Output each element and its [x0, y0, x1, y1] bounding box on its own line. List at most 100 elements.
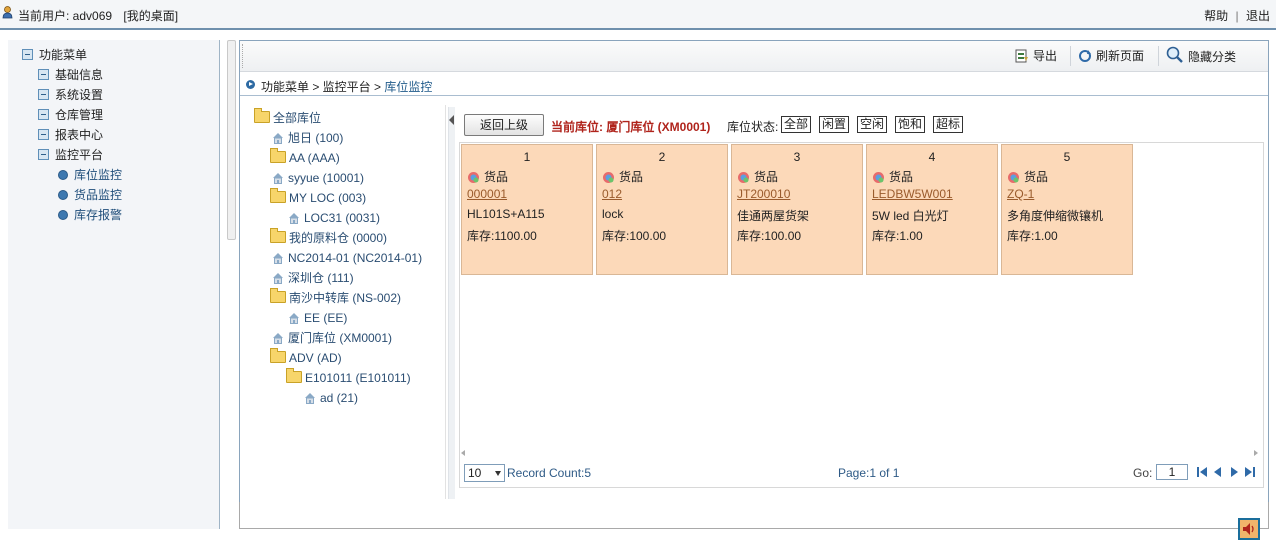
- card-stock: 库存:1.00: [1007, 229, 1058, 243]
- location-card[interactable]: 5 货品 ZQ-1 多角度伸缩微镶机 库存:1.00: [1001, 144, 1133, 275]
- tree-node[interactable]: 我的原料仓 (0000): [270, 228, 387, 247]
- tree-node-all[interactable]: 全部库位: [254, 108, 321, 127]
- page-size-select[interactable]: 10: [464, 464, 505, 482]
- tree-node[interactable]: 深圳仓 (111): [272, 269, 354, 287]
- sidebar-item-goods-monitor[interactable]: 货品监控: [58, 186, 122, 204]
- tree-node[interactable]: EE (EE): [288, 309, 347, 327]
- current-location: 当前库位: 厦门库位 (XM0001): [551, 120, 711, 134]
- sidebar-item-label: 库存报警: [74, 208, 123, 222]
- status-all-button[interactable]: 全部: [781, 116, 812, 133]
- location-card[interactable]: 4 货品 LEDBW5W001 5W led 白光灯 库存:1.00: [866, 144, 998, 275]
- card-name: 佳通两屋货架: [737, 209, 810, 223]
- tree-node[interactable]: ADV (AD): [270, 348, 342, 367]
- tree-node[interactable]: ad (21): [304, 389, 358, 407]
- tree-node[interactable]: E101011 (E101011): [286, 368, 411, 387]
- export-label: 导出: [1033, 49, 1058, 63]
- tree-node[interactable]: AA (AAA): [270, 148, 340, 167]
- tree-node-label: ad (21): [320, 391, 359, 405]
- tree-node-label: syyue (10001): [288, 171, 365, 185]
- bullet-icon: [58, 190, 68, 200]
- tree-node-label: E101011 (E101011): [305, 371, 411, 385]
- location-tree: 全部库位 旭日 (100) AA (AAA) syyue (10001) MY …: [247, 105, 446, 499]
- sidebar-item-basic-info[interactable]: 基础信息: [38, 66, 103, 84]
- sidebar-item-warehouse[interactable]: 仓库管理: [38, 106, 103, 124]
- card-type: 货品: [737, 168, 778, 185]
- bullet-icon: [58, 170, 68, 180]
- sidebar-item-reports[interactable]: 报表中心: [38, 126, 103, 144]
- location-house-icon: [305, 393, 315, 404]
- sidebar-item-system-settings[interactable]: 系统设置: [38, 86, 103, 104]
- toolbar-grip: [242, 44, 247, 68]
- next-page-icon[interactable]: [1228, 466, 1240, 478]
- status-free-button[interactable]: 空闲: [857, 116, 888, 133]
- hide-category-label: 隐藏分类: [1188, 50, 1237, 64]
- tree-node-selected[interactable]: 厦门库位 (XM0001): [272, 329, 392, 347]
- sidebar-splitter[interactable]: [227, 40, 236, 240]
- tree-node[interactable]: 旭日 (100): [272, 129, 343, 147]
- my-desktop-link[interactable]: [我的桌面]: [123, 9, 178, 23]
- tree-node[interactable]: NC2014-01 (NC2014-01): [272, 249, 422, 267]
- sidebar-item-monitoring[interactable]: 监控平台: [38, 146, 103, 164]
- folder-open-icon: [270, 348, 286, 363]
- sidebar-item-label: 仓库管理: [55, 108, 104, 122]
- location-house-icon: [273, 173, 283, 184]
- status-idle-button[interactable]: 闲置: [819, 116, 850, 133]
- card-code-link[interactable]: 012: [602, 187, 622, 201]
- card-code-link[interactable]: JT200010: [737, 187, 790, 201]
- location-card[interactable]: 1 货品 000001 HL101S+A115 库存:1100.00: [461, 144, 593, 275]
- card-code-link[interactable]: ZQ-1: [1007, 187, 1034, 201]
- last-page-icon[interactable]: [1244, 466, 1256, 478]
- card-code-link[interactable]: 000001: [467, 187, 507, 201]
- location-card[interactable]: 3 货品 JT200010 佳通两屋货架 库存:100.00: [731, 144, 863, 275]
- horizontal-scrollbar[interactable]: [459, 446, 1262, 460]
- card-type-label: 货品: [619, 170, 644, 184]
- tree-collapse-bar[interactable]: [448, 107, 455, 499]
- toolbar-divider: [1158, 46, 1159, 66]
- card-type: 货品: [872, 168, 913, 185]
- card-stock: 库存:1100.00: [467, 229, 537, 243]
- status-full-button[interactable]: 饱和: [895, 116, 926, 133]
- logout-link[interactable]: 退出: [1246, 9, 1270, 23]
- prev-page-icon[interactable]: [1212, 466, 1224, 478]
- tree-node-label: ADV (AD): [289, 351, 342, 365]
- status-over-button[interactable]: 超标: [933, 116, 964, 133]
- tree-node[interactable]: 南沙中转库 (NS-002): [270, 288, 401, 307]
- location-grid: 1 货品 000001 HL101S+A115 库存:1100.00 2 货品 …: [459, 142, 1264, 488]
- location-house-icon: [273, 253, 283, 264]
- chevron-down-icon: [495, 471, 501, 476]
- refresh-button[interactable]: 刷新页面: [1078, 48, 1144, 64]
- go-label: Go:: [1133, 466, 1153, 480]
- location-controls: 返回上级 当前库位: 厦门库位 (XM0001) 库位状态: 全部 闲置 空闲 …: [464, 114, 1224, 136]
- card-type: 货品: [467, 168, 508, 185]
- current-user: 当前用户: adv069 [我的桌面]: [18, 7, 178, 24]
- goods-icon: [603, 172, 614, 183]
- card-number: 4: [928, 150, 936, 164]
- menu-root[interactable]: 功能菜单: [22, 46, 87, 64]
- back-button[interactable]: 返回上级: [464, 114, 544, 136]
- speaker-glyph: [1243, 523, 1254, 535]
- card-code-link[interactable]: LEDBW5W001: [872, 187, 953, 201]
- export-button[interactable]: 导出: [1015, 48, 1057, 64]
- help-link[interactable]: 帮助: [1204, 9, 1228, 23]
- hide-category-button[interactable]: 隐藏分类: [1166, 46, 1237, 64]
- footer-panel: [239, 502, 1269, 529]
- tree-node[interactable]: MY LOC (003): [270, 188, 366, 207]
- sidebar-item-location-monitor[interactable]: 库位监控: [58, 166, 122, 184]
- location-card[interactable]: 2 货品 012 lock 库存:100.00: [596, 144, 728, 275]
- sidebar-item-label: 基础信息: [55, 68, 104, 82]
- pager: 10 Record Count:5 Page:1 of 1 Go: 1: [459, 461, 1262, 485]
- go-page-input[interactable]: 1: [1156, 464, 1188, 480]
- expand-icon: [38, 89, 49, 100]
- breadcrumb-path: 功能菜单 > 监控平台 >: [261, 80, 385, 94]
- main-panel: 导出 刷新页面 隐藏分类 功能菜单 > 监控平台 > 库位监控 全部库位 旭日 …: [239, 40, 1269, 505]
- first-page-icon[interactable]: [1196, 466, 1208, 478]
- speaker-icon[interactable]: [1238, 518, 1260, 540]
- tree-node[interactable]: syyue (10001): [272, 169, 364, 187]
- card-name: 多角度伸缩微镶机: [1007, 209, 1104, 223]
- folder-open-icon: [270, 188, 286, 203]
- goods-icon: [1008, 172, 1019, 183]
- sidebar-item-stock-alert[interactable]: 库存报警: [58, 206, 122, 224]
- folder-icon: [270, 228, 286, 243]
- tree-node[interactable]: LOC31 (0031): [288, 209, 380, 227]
- top-links: 帮助 | 退出: [1204, 7, 1270, 24]
